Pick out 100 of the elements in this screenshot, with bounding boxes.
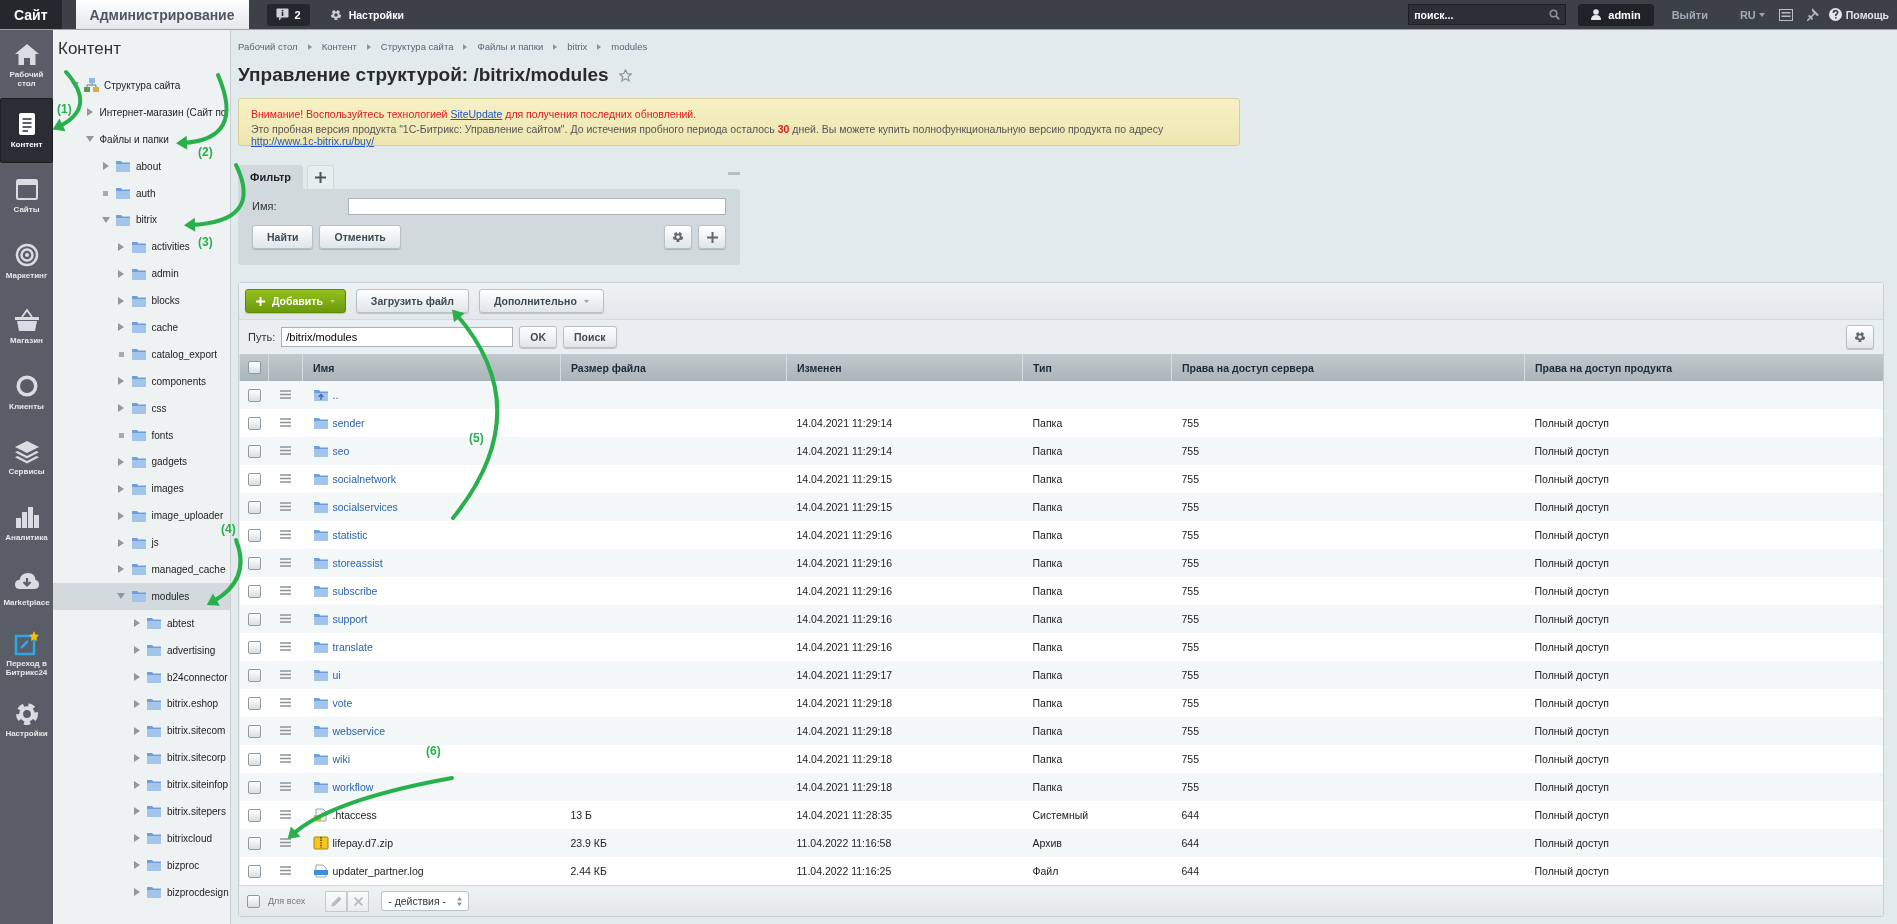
tree-item[interactable]: cache (116, 320, 179, 335)
tree-item[interactable]: images (116, 481, 184, 496)
menu-icon[interactable] (279, 642, 291, 651)
column-header[interactable]: Тип (1022, 354, 1172, 381)
folder-link[interactable]: socialservices (332, 501, 398, 513)
menu-icon[interactable] (279, 698, 291, 707)
checkbox[interactable] (247, 416, 261, 430)
tree-item[interactable]: activities (116, 239, 190, 254)
tree-item[interactable]: components (116, 374, 206, 389)
star-icon[interactable] (618, 68, 632, 82)
file-link[interactable]: lifepay.d7.zip (332, 837, 393, 849)
panel-icon[interactable] (1778, 8, 1793, 21)
collapsed-arrow-icon[interactable] (133, 753, 140, 762)
expanded-arrow-icon[interactable] (117, 593, 125, 600)
collapsed-arrow-icon[interactable] (87, 108, 93, 117)
tree-item[interactable]: auth (101, 186, 156, 200)
settings-button[interactable] (1846, 325, 1874, 349)
checkbox[interactable] (247, 472, 261, 486)
tree-item[interactable]: image_uploader (116, 508, 224, 523)
buy-link[interactable]: http://www.1c-bitrix.ru/buy/ (251, 135, 375, 147)
tree-item[interactable]: b24connector (132, 670, 228, 685)
edit-button[interactable] (325, 890, 348, 912)
collapsed-arrow-icon[interactable] (133, 888, 140, 897)
menu-icon[interactable] (279, 446, 291, 455)
tree-item[interactable]: modules (116, 589, 190, 604)
collapsed-arrow-icon[interactable] (118, 404, 124, 413)
menu-icon[interactable] (279, 838, 291, 847)
collapsed-arrow-icon[interactable] (102, 162, 109, 171)
collapsed-arrow-icon[interactable] (133, 673, 140, 682)
settings-button[interactable] (664, 225, 692, 249)
file-link[interactable]: updater_partner.log (332, 865, 424, 877)
menu-icon[interactable] (279, 390, 291, 399)
filter-tab[interactable]: Фильтр (238, 165, 304, 189)
folder-link[interactable]: webservice (332, 725, 386, 737)
collapsed-arrow-icon[interactable] (133, 780, 140, 789)
nav-item[interactable]: Клиенты (0, 359, 53, 425)
search-field[interactable]: поиск... (1408, 4, 1567, 25)
collapsed-arrow-icon[interactable] (118, 565, 124, 574)
checkbox[interactable] (247, 388, 261, 402)
folder-link[interactable]: subscribe (332, 585, 378, 597)
tree-item[interactable]: js (116, 535, 159, 550)
folder-link[interactable]: storeassist (332, 557, 383, 569)
folder-link[interactable]: seo (332, 445, 350, 457)
checkbox[interactable] (247, 724, 261, 738)
checkbox[interactable] (247, 584, 261, 598)
folder-link[interactable]: .. (332, 389, 339, 401)
collapsed-arrow-icon[interactable] (118, 323, 124, 332)
tree-item[interactable]: bizprocdesign (132, 885, 229, 900)
checkbox[interactable] (247, 864, 261, 878)
menu-icon[interactable] (279, 530, 291, 539)
file-link[interactable]: .htaccess (332, 809, 377, 821)
checkbox[interactable] (247, 500, 261, 514)
checkbox[interactable] (247, 612, 261, 626)
delete-button[interactable] (347, 890, 370, 912)
tree-item[interactable]: css (116, 401, 167, 416)
filter-button[interactable]: Отменить (319, 225, 401, 249)
collapsed-arrow-icon[interactable] (118, 377, 124, 386)
menu-icon[interactable] (279, 726, 291, 735)
menu-icon[interactable] (279, 866, 291, 875)
checkbox[interactable] (247, 556, 261, 570)
collapsed-arrow-icon[interactable] (118, 269, 124, 278)
tree-item[interactable]: bitrix.sitepers (132, 804, 226, 819)
expanded-arrow-icon[interactable] (86, 136, 94, 143)
folder-link[interactable]: sender (332, 417, 365, 429)
collapsed-arrow-icon[interactable] (133, 726, 140, 735)
collapsed-arrow-icon[interactable] (118, 242, 124, 251)
breadcrumb-link[interactable]: bitrix (567, 41, 588, 52)
checkbox[interactable] (247, 752, 261, 766)
checkbox[interactable] (247, 696, 261, 710)
tree-item[interactable]: managed_cache (116, 562, 226, 577)
column-header[interactable]: Размер файла (560, 354, 787, 381)
text-field[interactable] (348, 197, 726, 215)
tree-item[interactable]: admin (116, 266, 179, 281)
help-link[interactable]: Помощь (1828, 8, 1889, 21)
user-button[interactable]: admin (1578, 3, 1654, 26)
checkbox[interactable] (247, 836, 261, 850)
add-tab-button[interactable] (307, 165, 335, 189)
tree-item[interactable]: about (101, 159, 162, 174)
collapsed-arrow-icon[interactable] (133, 646, 140, 655)
tree-item[interactable]: bitrix.sitecom (132, 723, 226, 738)
collapsed-arrow-icon[interactable] (133, 619, 140, 628)
menu-icon[interactable] (279, 670, 291, 679)
expanded-arrow-icon[interactable] (101, 216, 110, 223)
path-field[interactable]: /bitrix/modules (281, 327, 514, 347)
notifications-button[interactable]: 2 (266, 3, 310, 26)
add-filter-button[interactable] (698, 225, 726, 249)
folder-link[interactable]: vote (332, 697, 353, 709)
menu-icon[interactable] (279, 614, 291, 623)
nav-item[interactable]: Магазин (0, 294, 53, 360)
more-button[interactable]: Дополнительно (478, 289, 604, 313)
folder-link[interactable]: workflow (332, 781, 374, 793)
breadcrumb-link[interactable]: modules (611, 41, 648, 52)
collapsed-arrow-icon[interactable] (118, 296, 124, 305)
tree-item[interactable]: Файлы и папки (85, 133, 169, 145)
checkbox[interactable] (247, 780, 261, 794)
tree-item[interactable]: advertising (132, 643, 216, 658)
folder-link[interactable]: statistic (332, 529, 368, 541)
collapsed-arrow-icon[interactable] (118, 457, 124, 466)
column-header[interactable]: Права на доступ сервера (1171, 354, 1525, 381)
nav-item[interactable]: Сайты (0, 163, 53, 229)
